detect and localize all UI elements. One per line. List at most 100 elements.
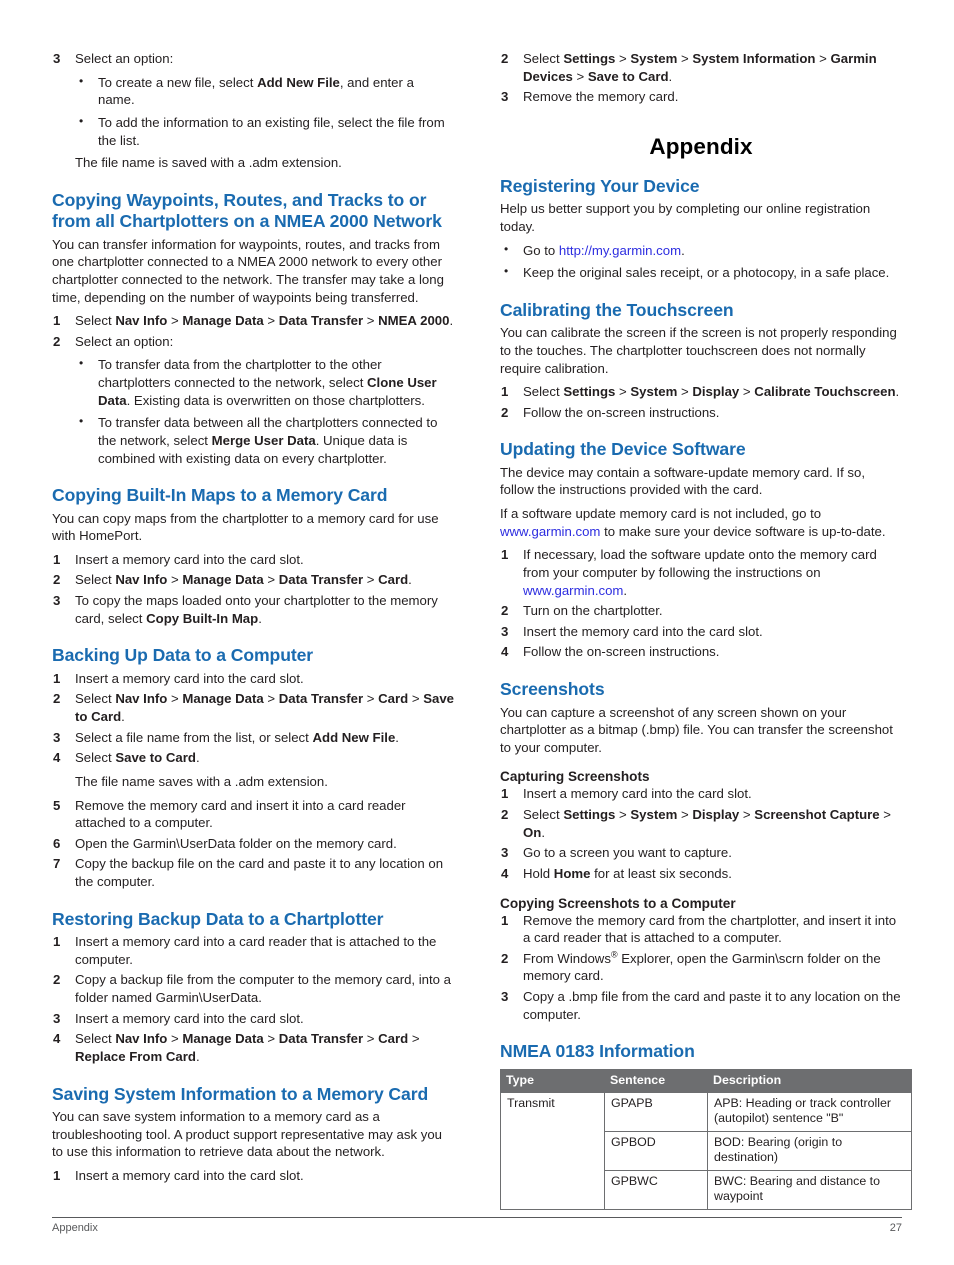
step-number: 3 xyxy=(53,51,61,66)
list-item: 2 Select Nav Info > Manage Data > Data Tr… xyxy=(52,690,454,725)
step-number: 3 xyxy=(501,845,509,861)
step-number: 1 xyxy=(53,551,61,567)
step-text: Insert a memory card into the card slot. xyxy=(75,1167,304,1183)
step-text: Copy the backup file on the card and pas… xyxy=(75,856,444,890)
list-item: 3 Copy a .bmp file from the card and past… xyxy=(500,988,902,1023)
list-item: 4 Select Save to Card. xyxy=(52,749,454,767)
list-item: • Keep the original sales receipt, or a p… xyxy=(500,264,902,282)
list-item: 3 Go to a screen you want to capture. xyxy=(500,844,902,862)
cell-sentence: GPAPB xyxy=(604,1091,708,1132)
step-note: The file name saves with a .adm extensio… xyxy=(75,773,328,789)
list-item: 5 Remove the memory card and insert it in… xyxy=(52,797,454,832)
bullet-text: Go to xyxy=(523,242,559,258)
nmea-sentence-table: Type Sentence Description Transmit GPAPB… xyxy=(500,1068,912,1210)
bullet-icon: • xyxy=(79,414,84,429)
ui-path-label: Data Transfer xyxy=(278,313,364,329)
ui-path-label: Data Transfer xyxy=(278,572,364,588)
list-item: 7 Copy the backup file on the card and pa… xyxy=(52,855,454,890)
step-note: The file name is saved with a .adm exten… xyxy=(75,155,342,171)
ui-path-label: Manage Data xyxy=(182,1031,264,1047)
step-number: 4 xyxy=(53,1031,61,1047)
step-number: 7 xyxy=(53,856,61,872)
step-text: Select xyxy=(523,807,564,823)
step-list-sysinfo: 1 Insert a memory card into the card slot… xyxy=(52,1167,454,1185)
ui-path-label: Manage Data xyxy=(182,313,264,329)
list-item: 1 Insert a memory card into a card reader… xyxy=(52,933,454,968)
step-number: 2 xyxy=(501,950,509,966)
link-garmin-com[interactable]: www.garmin.com xyxy=(523,583,623,598)
list-item: 2 Turn on the chartplotter. xyxy=(500,602,902,620)
path-separator: > xyxy=(615,807,631,823)
bullet-icon: • xyxy=(504,241,509,256)
ui-path-label: System Information xyxy=(692,51,816,66)
bullet-icon: • xyxy=(504,264,509,279)
section-heading-screenshots: Screenshots xyxy=(500,679,605,700)
section-heading-nmea0183: NMEA 0183 Information xyxy=(500,1041,695,1062)
ui-path-label: Display xyxy=(692,807,740,823)
link-garmin-com[interactable]: www.garmin.com xyxy=(500,524,600,539)
section-intro: You can calibrate the screen if the scre… xyxy=(500,325,897,376)
path-separator: > xyxy=(615,384,631,400)
list-item: 2 Select an option: xyxy=(52,333,454,351)
ui-path-label: Save to Card xyxy=(587,68,669,84)
step-list-backup: 1 Insert a memory card into the card slot… xyxy=(52,670,454,767)
bullet-text: To transfer data from the chartplotter t… xyxy=(98,357,382,391)
section-heading-calibrate: Calibrating the Touchscreen xyxy=(500,299,734,320)
ui-path-label: Add New File xyxy=(257,74,340,90)
ui-path-label: Data Transfer xyxy=(278,691,364,707)
step-number: 3 xyxy=(501,89,509,105)
step-list-restore: 1 Insert a memory card into a card reader… xyxy=(52,933,454,1065)
step-number: 3 xyxy=(501,989,509,1005)
step-number: 2 xyxy=(501,404,509,420)
section-paragraph-link: If a software update memory card is not … xyxy=(500,505,902,540)
step-text: Remove the memory card. xyxy=(523,89,679,105)
section-intro: You can transfer information for waypoin… xyxy=(52,236,444,305)
path-separator: > xyxy=(615,51,631,66)
list-item: 2 Follow the on-screen instructions. xyxy=(500,404,902,422)
list-item: 1 Insert a memory card into the card slot… xyxy=(52,670,454,688)
section-intro: You can copy maps from the chartplotter … xyxy=(52,510,439,544)
step-text: Remove the memory card and insert it int… xyxy=(75,797,406,831)
step-text: Select xyxy=(523,51,564,66)
ui-path-label: Settings xyxy=(563,384,616,400)
ui-path-label: Screenshot Capture xyxy=(754,807,880,823)
list-item: 3 Select a file name from the list, or se… xyxy=(52,729,454,747)
list-item: 2 Select Nav Info > Manage Data > Data Tr… xyxy=(52,571,454,589)
link-my-garmin[interactable]: http://my.garmin.com xyxy=(559,243,681,258)
cell-type: Transmit xyxy=(500,1091,605,1210)
step-text-tail: . xyxy=(195,750,200,766)
path-separator: > xyxy=(167,691,183,707)
step-list-copying-screenshots: 1 Remove the memory card from the chartpl… xyxy=(500,912,902,1024)
step-text: Select xyxy=(75,750,116,766)
page-title-appendix: Appendix xyxy=(649,133,753,159)
bullet-text-tail: . xyxy=(681,242,685,258)
path-separator: > xyxy=(815,51,831,66)
step-text: Insert a memory card into the card slot. xyxy=(523,786,752,802)
section-paragraph: The device may contain a software-update… xyxy=(500,464,866,498)
ui-path-label: Save to Card xyxy=(115,750,196,766)
cell-sentence: GPBWC xyxy=(604,1169,708,1210)
path-separator: > xyxy=(167,572,183,588)
list-item: 3 To copy the maps loaded onto your chart… xyxy=(52,592,454,627)
step-text-tail: . xyxy=(195,1048,200,1064)
path-separator: > xyxy=(677,51,693,66)
path-separator: > xyxy=(677,807,693,823)
step-text: Go to a screen you want to capture. xyxy=(523,845,732,861)
step-number: 1 xyxy=(501,547,509,563)
path-separator: > xyxy=(408,691,424,707)
subsection-heading-capturing: Capturing Screenshots xyxy=(500,769,650,785)
bullet-list: • To create a new file, select Add New Fi… xyxy=(52,74,454,150)
path-separator: > xyxy=(167,1031,183,1047)
two-column-layout: 3 Select an option: • To create a new file… xyxy=(52,50,912,1210)
step-text: Select xyxy=(75,1031,116,1047)
ui-path-label: Card xyxy=(378,572,409,588)
path-separator: > xyxy=(363,691,379,707)
bullet-icon: • xyxy=(79,113,84,128)
column-header-type: Type xyxy=(500,1068,605,1093)
list-item: 1 Insert a memory card into the card slot… xyxy=(500,785,902,803)
section-heading-backup: Backing Up Data to a Computer xyxy=(52,645,314,666)
step-text: Select xyxy=(523,384,564,400)
ui-path-label: On xyxy=(523,824,542,840)
step-text-tail: . xyxy=(449,313,454,329)
right-column: 2 Select Settings > System > System Infor… xyxy=(500,50,912,1210)
